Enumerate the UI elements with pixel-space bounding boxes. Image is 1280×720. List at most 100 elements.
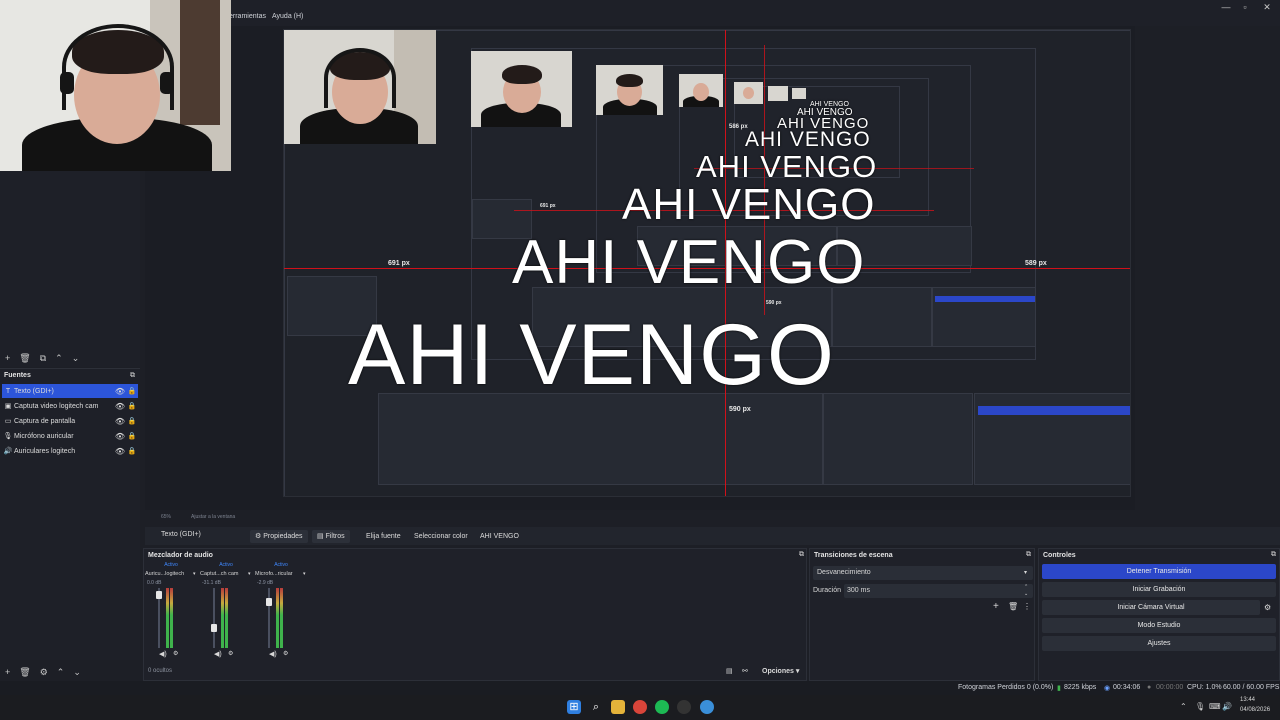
channel-settings-icon[interactable]: ⚙	[173, 650, 178, 657]
move-up-icon[interactable]: ⌃	[55, 353, 63, 364]
transition-select[interactable]: Desvanecimiento ▾	[813, 566, 1033, 580]
browser-icon[interactable]	[700, 700, 714, 714]
add-source-icon[interactable]: +	[5, 667, 10, 677]
studio-mode-button[interactable]: Modo Estudio	[1042, 618, 1276, 633]
speaker-icon[interactable]: ◀)	[214, 650, 222, 658]
headset-ear-right	[160, 72, 174, 94]
choose-color-button[interactable]: Seleccionar color	[409, 530, 473, 543]
source-item-camera[interactable]: ▣ Captuta video logitech cam 👁 🔒	[2, 399, 138, 413]
channel-settings-icon[interactable]: ⚙	[283, 650, 288, 657]
remove-scene-icon[interactable]: 🗑	[19, 353, 30, 364]
choose-font-button[interactable]: Elija fuente	[361, 530, 406, 543]
move-down-icon[interactable]: ⌄	[72, 353, 80, 364]
settings-button[interactable]: Ajustes	[1042, 636, 1276, 651]
channel-menu-icon[interactable]: ▾	[303, 571, 306, 577]
channel-menu-icon[interactable]: ▾	[193, 571, 196, 577]
volume-slider[interactable]	[268, 588, 270, 648]
volume-slider[interactable]	[213, 588, 215, 648]
start-virtual-camera-button[interactable]: Iniciar Cámara Virtual	[1042, 600, 1260, 615]
nested-controls-panel	[974, 393, 1130, 485]
close-icon[interactable]: ✕	[1258, 1, 1276, 13]
source-item-text[interactable]: T Texto (GDI+) 👁 🔒	[2, 384, 138, 398]
clock-time[interactable]: 13:44	[1240, 697, 1255, 703]
lock-icon[interactable]: 🔒	[126, 402, 138, 410]
lock-icon[interactable]: 🔒	[126, 417, 138, 425]
dock-undock-icon[interactable]: ⧉	[1026, 551, 1031, 559]
chrome-icon[interactable]	[633, 700, 647, 714]
speaker-icon[interactable]: ◀)	[269, 650, 277, 658]
virtual-camera-gear-icon[interactable]: ⚙	[1264, 603, 1271, 612]
level-meter	[166, 588, 169, 648]
program-preview[interactable]: 691 px 589 px 590 px 586 px 691 px 590 p…	[283, 29, 1131, 497]
windows-start-icon[interactable]: ⊞	[567, 700, 581, 714]
spotify-icon[interactable]	[655, 700, 669, 714]
eye-icon[interactable]: 👁	[114, 417, 126, 426]
volume-slider-knob[interactable]	[211, 624, 217, 632]
source-item-microphone[interactable]: 🎙 Micrófono auricular 👁 🔒	[2, 429, 138, 443]
volume-icon[interactable]: 🔊	[1222, 702, 1232, 711]
controls-title: Controles	[1043, 552, 1076, 559]
volume-slider-knob[interactable]	[156, 591, 162, 599]
eye-icon[interactable]: 👁	[114, 432, 126, 441]
eye-icon[interactable]: 👁	[114, 447, 126, 456]
overlay-text-3: AHI VENGO	[622, 180, 876, 229]
source-item-screen-capture[interactable]: ▭ Captura de pantalla 👁 🔒	[2, 414, 138, 428]
dock-undock-icon[interactable]: ⧉	[130, 372, 135, 380]
lock-icon[interactable]: 🔒	[126, 387, 138, 395]
source-item-label: Auriculares logitech	[14, 447, 76, 455]
tray-chevron-icon[interactable]: ⌃	[1180, 702, 1187, 711]
text-value-field[interactable]: AHI VENGO	[475, 530, 524, 543]
minimize-icon[interactable]: —	[1217, 1, 1235, 13]
lock-icon[interactable]: 🔒	[126, 432, 138, 440]
start-recording-button[interactable]: Iniciar Grabación	[1042, 582, 1276, 597]
microphone-icon[interactable]: 🎙	[1195, 702, 1205, 711]
channel-active-label: Activo	[274, 562, 288, 568]
eye-icon[interactable]: 👁	[114, 387, 126, 396]
file-explorer-icon[interactable]	[611, 700, 625, 714]
volume-slider-knob[interactable]	[266, 598, 272, 606]
fps: 60.00 / 60.00 FPS	[1223, 684, 1280, 691]
channel-db: -31.1 dB	[202, 580, 221, 586]
channel-settings-icon[interactable]: ⚙	[228, 650, 233, 657]
mixer-layout-icon[interactable]: ▤	[726, 667, 733, 675]
duration-value: 300 ms	[847, 587, 870, 594]
clock-date[interactable]: 04/08/2026	[1240, 707, 1270, 713]
maximize-icon[interactable]: ▫	[1236, 1, 1254, 13]
zoom-hint[interactable]: Ajustar a la ventana	[191, 514, 235, 520]
level-meter	[221, 588, 224, 648]
remove-source-icon[interactable]: 🗑	[19, 667, 30, 678]
properties-label: Propiedades	[263, 533, 303, 540]
add-scene-icon[interactable]: +	[5, 353, 10, 363]
move-up-icon[interactable]: ⌃	[57, 667, 65, 678]
properties-button[interactable]: ⚙ Propiedades	[250, 530, 308, 543]
stop-stream-button[interactable]: Detener Transmisión	[1042, 564, 1276, 579]
move-down-icon[interactable]: ⌄	[73, 667, 81, 678]
dock-undock-icon[interactable]: ⧉	[1271, 551, 1276, 559]
mixer-link-icon[interactable]: ⚯	[742, 667, 748, 675]
transition-menu-icon[interactable]: ⋮	[1023, 602, 1031, 611]
overlay-text-8: AHI VENGO	[810, 101, 849, 108]
source-item-headphones[interactable]: 🔊 Auriculares logitech 👁 🔒	[2, 444, 138, 458]
mixer-options-button[interactable]: Opciones ▾	[762, 667, 799, 675]
add-transition-icon[interactable]: +	[993, 601, 999, 612]
nested-webcam-6	[768, 86, 788, 101]
duration-input[interactable]: 300 ms ⌃ ⌄	[844, 584, 1033, 598]
menu-tools[interactable]: erramientas	[229, 13, 266, 20]
duration-stepper-icon[interactable]: ⌃ ⌄	[1024, 584, 1028, 598]
obs-icon[interactable]	[677, 700, 691, 714]
search-icon[interactable]: ⌕	[589, 700, 603, 714]
scene-filter-icon[interactable]: ⧉	[40, 353, 46, 364]
scene-transitions-dock: Transiciones de escena ⧉ Desvanecimiento…	[809, 548, 1035, 681]
remove-transition-icon[interactable]: 🗑	[1008, 602, 1018, 611]
filters-button[interactable]: ▤ Filtros	[312, 530, 350, 543]
eye-icon[interactable]: 👁	[114, 402, 126, 411]
speaker-icon[interactable]: ◀)	[159, 650, 167, 658]
source-item-label: Texto (GDI+)	[14, 387, 54, 395]
source-properties-icon[interactable]: ⚙	[40, 667, 48, 678]
lock-icon[interactable]: 🔒	[126, 447, 138, 455]
menu-help[interactable]: Ayuda (H)	[272, 13, 303, 20]
keyboard-icon[interactable]: ⌨	[1209, 702, 1221, 711]
channel-menu-icon[interactable]: ▾	[248, 571, 251, 577]
dock-undock-icon[interactable]: ⧉	[799, 551, 804, 559]
cpu-usage: CPU: 1.0%	[1187, 684, 1222, 691]
